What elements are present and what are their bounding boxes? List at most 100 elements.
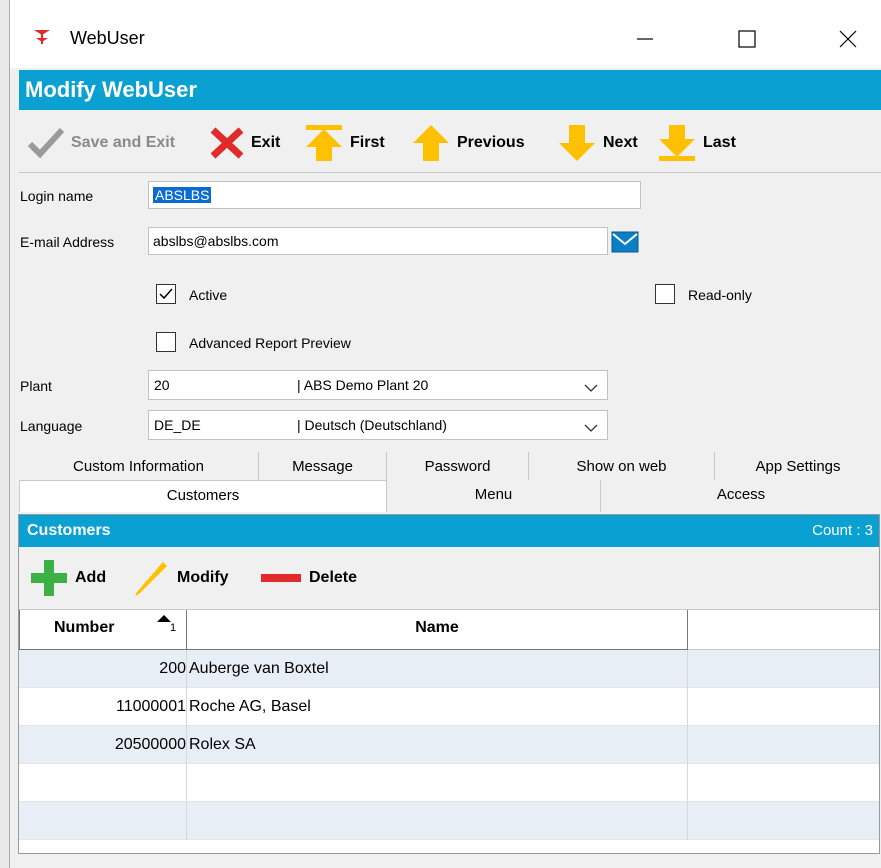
previous-button[interactable]: Previous	[411, 125, 525, 161]
customers-count: Count : 3	[812, 522, 873, 539]
email-input[interactable]: abslbs@abslbs.com	[148, 227, 608, 255]
tab-app-settings[interactable]: App Settings	[715, 452, 881, 482]
tab-custom-information[interactable]: Custom Information	[19, 452, 259, 482]
sort-order-number: 1	[170, 622, 177, 634]
grid-divider	[687, 764, 688, 802]
mail-icon	[611, 231, 639, 253]
login-name-label: Login name	[20, 188, 94, 204]
save-and-exit-button[interactable]: Save and Exit	[27, 126, 175, 160]
table-row[interactable]: 11000001 Roche AG, Basel	[19, 688, 879, 726]
delete-label: Delete	[309, 569, 358, 586]
add-button[interactable]: Add	[29, 560, 106, 596]
language-code: DE_DE	[154, 417, 201, 433]
tab-show-on-web[interactable]: Show on web	[529, 452, 715, 482]
cell-number: 11000001	[116, 698, 186, 715]
column-header-empty	[688, 610, 879, 650]
tab-password[interactable]: Password	[387, 452, 529, 482]
main-toolbar: Save and Exit Exit First Previous Next L…	[19, 112, 881, 173]
pencil-icon	[135, 562, 167, 596]
customers-header: Customers Count : 3	[19, 515, 879, 547]
email-value: abslbs@abslbs.com	[153, 233, 279, 249]
previous-label: Previous	[457, 134, 525, 151]
window-title: WebUser	[70, 28, 145, 48]
plant-code: 20	[154, 377, 170, 393]
plant-label: Plant	[20, 378, 52, 394]
email-label: E-mail Address	[20, 234, 115, 250]
next-button[interactable]: Next	[557, 125, 638, 161]
cell-name: Roche AG, Basel	[189, 698, 311, 715]
modify-label: Modify	[177, 569, 229, 586]
column-header-number[interactable]: Number 1	[19, 610, 187, 650]
grid-divider	[186, 688, 187, 726]
grid-divider	[687, 726, 688, 764]
chevron-down-icon	[583, 377, 599, 405]
grid-divider	[186, 726, 187, 764]
cell-number: 200	[159, 660, 186, 677]
send-email-button[interactable]	[610, 230, 640, 254]
last-arrow-icon	[659, 125, 695, 161]
up-arrow-icon	[413, 125, 449, 161]
first-label: First	[350, 134, 385, 151]
read-only-label: Read-only	[688, 287, 752, 303]
grid-divider	[687, 802, 688, 840]
plus-icon	[31, 560, 67, 596]
checkmark-icon	[27, 127, 65, 159]
title-bar: WebUser	[10, 0, 881, 68]
read-only-checkbox[interactable]	[655, 284, 675, 304]
table-row[interactable]: 200 Auberge van Boxtel	[19, 650, 879, 688]
grid-divider	[186, 650, 187, 688]
customers-toolbar: Add Modify Delete	[19, 547, 879, 610]
tab-row-2: Customers Menu Access	[19, 480, 881, 512]
grid-divider	[687, 688, 688, 726]
login-name-input[interactable]: ABSLBS	[148, 181, 641, 209]
tab-message[interactable]: Message	[259, 452, 387, 482]
close-button[interactable]	[818, 14, 878, 64]
tab-menu[interactable]: Menu	[387, 480, 601, 512]
language-label: Language	[20, 418, 83, 434]
tab-access[interactable]: Access	[601, 480, 881, 512]
first-button[interactable]: First	[304, 125, 385, 161]
table-row-empty	[19, 802, 879, 840]
maximize-button[interactable]	[717, 14, 777, 64]
cell-name: Auberge van Boxtel	[189, 660, 329, 677]
last-button[interactable]: Last	[657, 125, 736, 161]
column-header-name[interactable]: Name	[187, 610, 688, 650]
column-name-label: Name	[415, 619, 459, 636]
active-label: Active	[189, 287, 228, 303]
cell-name: Rolex SA	[189, 736, 256, 753]
app-logo-icon	[32, 26, 52, 46]
exit-button[interactable]: Exit	[209, 126, 280, 160]
grid-divider	[687, 650, 688, 688]
exit-label: Exit	[251, 134, 281, 151]
tab-row-1: Custom Information Message Password Show…	[19, 452, 881, 482]
customers-title: Customers	[27, 522, 111, 539]
plant-select[interactable]: 20 | ABS Demo Plant 20	[148, 370, 608, 400]
column-number-label: Number	[54, 619, 115, 636]
cell-number: 20500000	[114, 736, 186, 753]
table-row-empty	[19, 764, 879, 802]
active-checkbox[interactable]	[156, 284, 176, 304]
modify-button[interactable]: Modify	[131, 561, 229, 596]
save-and-exit-label: Save and Exit	[71, 134, 176, 151]
last-label: Last	[703, 134, 736, 151]
checkbox-check-icon	[159, 288, 173, 300]
first-arrow-icon	[306, 125, 342, 161]
minus-icon	[261, 574, 301, 582]
minimize-button[interactable]	[615, 14, 675, 64]
language-select[interactable]: DE_DE | Deutsch (Deutschland)	[148, 410, 608, 440]
advanced-report-preview-checkbox[interactable]	[156, 332, 176, 352]
chevron-down-icon	[583, 417, 599, 445]
down-arrow-icon	[559, 125, 595, 161]
delete-button[interactable]: Delete	[259, 561, 357, 595]
next-label: Next	[603, 134, 638, 151]
grid-divider	[186, 802, 187, 840]
language-description: | Deutsch (Deutschland)	[297, 417, 447, 433]
page-title: Modify WebUser	[19, 70, 881, 110]
grid-divider	[186, 764, 187, 802]
login-name-value: ABSLBS	[153, 187, 212, 203]
tab-customers[interactable]: Customers	[19, 480, 387, 512]
advanced-report-preview-label: Advanced Report Preview	[189, 335, 351, 351]
plant-description: | ABS Demo Plant 20	[297, 377, 429, 393]
customers-panel: Customers Count : 3 Add Modify Delete Nu…	[18, 514, 880, 854]
table-row[interactable]: 20500000 Rolex SA	[19, 726, 879, 764]
